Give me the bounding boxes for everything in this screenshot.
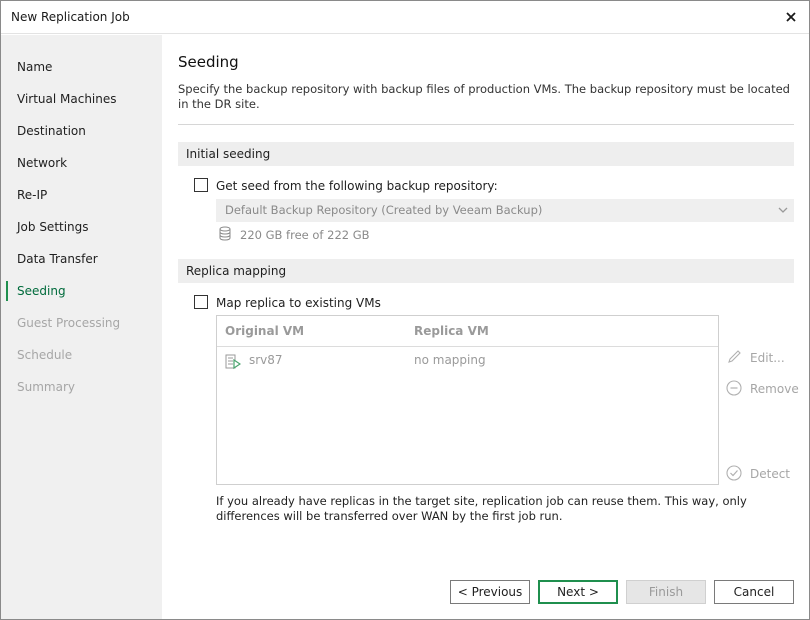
step-job-settings[interactable]: Job Settings <box>1 215 162 239</box>
column-header-replica-vm[interactable]: Replica VM <box>414 324 489 338</box>
backup-repository-value: Default Backup Repository (Created by Ve… <box>225 203 543 217</box>
step-name[interactable]: Name <box>1 55 162 79</box>
backup-repository-select[interactable]: Default Backup Repository (Created by Ve… <box>216 199 794 222</box>
step-re-ip[interactable]: Re-IP <box>1 183 162 207</box>
detect-button[interactable]: Detect <box>750 467 790 481</box>
step-virtual-machines[interactable]: Virtual Machines <box>1 87 162 111</box>
new-replication-job-dialog: New Replication Job Name Virtual Machine… <box>0 0 810 620</box>
page-description: Specify the backup repository with backu… <box>178 82 790 111</box>
get-seed-label[interactable]: Get seed from the following backup repos… <box>216 179 498 193</box>
next-button[interactable]: Next > <box>538 580 618 604</box>
edit-button[interactable]: Edit... <box>750 351 785 365</box>
repository-free-space: 220 GB free of 222 GB <box>240 228 370 242</box>
step-schedule: Schedule <box>17 348 73 362</box>
original-vm-cell: srv87 <box>249 353 283 367</box>
map-replica-label[interactable]: Map replica to existing VMs <box>216 296 381 310</box>
close-button[interactable] <box>773 1 809 33</box>
step-data-transfer[interactable]: Data Transfer <box>1 247 162 271</box>
page-title: Seeding <box>178 53 239 71</box>
table-header: Original VM Replica VM <box>217 316 718 347</box>
detect-icon <box>726 465 742 481</box>
step-guest-processing: Guest Processing <box>17 316 121 330</box>
remove-icon <box>726 380 742 396</box>
remove-button[interactable]: Remove <box>750 382 799 396</box>
previous-button[interactable]: < Previous <box>450 580 530 604</box>
step-summary: Summary <box>17 380 75 394</box>
seeding-page: Seeding Specify the backup repository wi… <box>162 35 809 619</box>
replica-mapping-help: If you already have replicas in the targ… <box>216 494 747 523</box>
step-seeding[interactable]: Seeding <box>1 279 162 303</box>
step-network[interactable]: Network <box>1 151 162 175</box>
replica-mapping-header: Replica mapping <box>178 259 794 283</box>
replica-vm-cell: no mapping <box>414 353 486 367</box>
initial-seeding-header: Initial seeding <box>178 142 794 166</box>
edit-icon <box>728 350 741 363</box>
database-icon <box>219 226 231 241</box>
get-seed-checkbox[interactable] <box>194 178 208 192</box>
replica-mapping-table[interactable]: Original VM Replica VM srv87 no mapping <box>216 315 719 485</box>
column-header-original-vm[interactable]: Original VM <box>225 324 304 338</box>
header-divider <box>178 124 794 125</box>
wizard-steps-sidebar: Name Virtual Machines Destination Networ… <box>1 35 162 619</box>
step-destination[interactable]: Destination <box>1 119 162 143</box>
finish-button: Finish <box>626 580 706 604</box>
window-title: New Replication Job <box>11 10 130 24</box>
close-icon <box>786 12 796 22</box>
cancel-button[interactable]: Cancel <box>714 580 794 604</box>
chevron-down-icon <box>778 207 788 213</box>
vm-icon <box>225 354 241 370</box>
map-replica-checkbox[interactable] <box>194 295 208 309</box>
title-bar: New Replication Job <box>1 1 809 34</box>
